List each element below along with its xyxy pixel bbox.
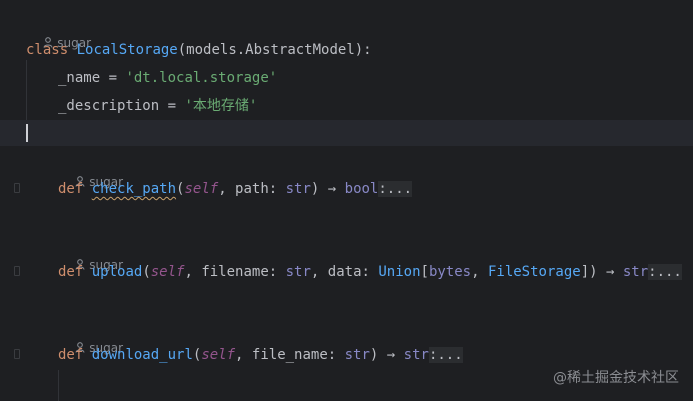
attribute-name: _name [58,70,101,86]
code-text: def check_path(self, path: str) → bool:.… [58,176,413,202]
watermark: @稀土掘金技术社区 [553,370,679,386]
self-param: self [201,347,236,363]
code-line[interactable]: def check_path(self, path: str) → bool:.… [0,176,693,202]
author-hint[interactable]: sugar [28,13,91,50]
code-text: def download_url(self, file_name: str) →… [58,342,463,368]
separator: , [471,264,488,280]
param-name: data [327,264,362,280]
param-name: path [235,181,269,197]
code-line[interactable]: def upload(self, filename: str, data: Un… [0,259,693,285]
bracket: [ [420,264,429,280]
type-annotation: str [285,181,311,197]
code-editor[interactable]: sugar class LocalStorage(models.Abstract… [0,0,693,401]
type-annotation: bytes [428,264,472,280]
string-literal: 'dt.local.storage' [125,70,278,86]
separator: , [310,264,328,280]
function-name: check_path [91,181,177,197]
indent-guide [58,370,59,401]
current-line[interactable] [0,120,693,146]
assign-op: = [159,98,185,114]
return-type: bool [344,181,379,197]
type-annotation: Union [378,264,421,280]
attribute-name: _description [58,98,160,114]
folded-body[interactable]: :... [648,264,682,280]
keyword: class [26,42,69,58]
return-arrow: ) → [310,181,345,197]
return-type: str [403,347,429,363]
self-param: self [150,264,185,280]
folded-body[interactable]: :... [428,347,463,363]
code-text: class LocalStorage(models.AbstractModel)… [26,37,372,63]
string-literal: '本地存储' [184,98,258,114]
type-annotation: FileStorage [487,264,581,280]
param-name: file_name [251,347,328,363]
type-annotation: str [285,264,311,280]
text-caret [26,124,28,142]
bracket: ] [580,264,590,280]
colon: : [268,181,286,197]
folded-body[interactable]: :... [378,181,413,197]
code-text: _description = '本地存储' [58,93,257,119]
return-arrow: ) → [369,347,404,363]
assign-op: = [100,70,126,86]
keyword: def [58,264,84,280]
code-line[interactable]: def download_url(self, file_name: str) →… [0,342,693,368]
author-hint[interactable]: sugar [60,235,123,272]
code-line[interactable]: _name = 'dt.local.storage' [0,65,693,91]
self-param: self [184,181,219,197]
class-name: LocalStorage [76,42,178,58]
author-hint[interactable]: sugar [60,152,123,189]
function-name: upload [91,264,143,280]
keyword: def [58,347,84,363]
keyword: def [58,181,84,197]
param-name: filename [201,264,269,280]
class-args: (models.AbstractModel): [177,42,372,58]
author-hint[interactable]: sugar [60,318,123,355]
code-line[interactable]: _description = '本地存储' [0,93,693,119]
code-line[interactable]: class LocalStorage(models.AbstractModel)… [0,37,693,63]
code-text: def upload(self, filename: str, data: Un… [58,259,682,285]
separator: , [184,264,202,280]
colon: : [361,264,379,280]
paren: ( [142,264,151,280]
separator: , [235,347,252,363]
function-name: download_url [91,347,193,363]
separator: , [218,181,236,197]
colon: : [268,264,286,280]
type-annotation: str [344,347,370,363]
return-arrow: ) → [589,264,623,280]
return-type: str [622,264,649,280]
code-text: _name = 'dt.local.storage' [58,65,277,91]
colon: : [327,347,345,363]
